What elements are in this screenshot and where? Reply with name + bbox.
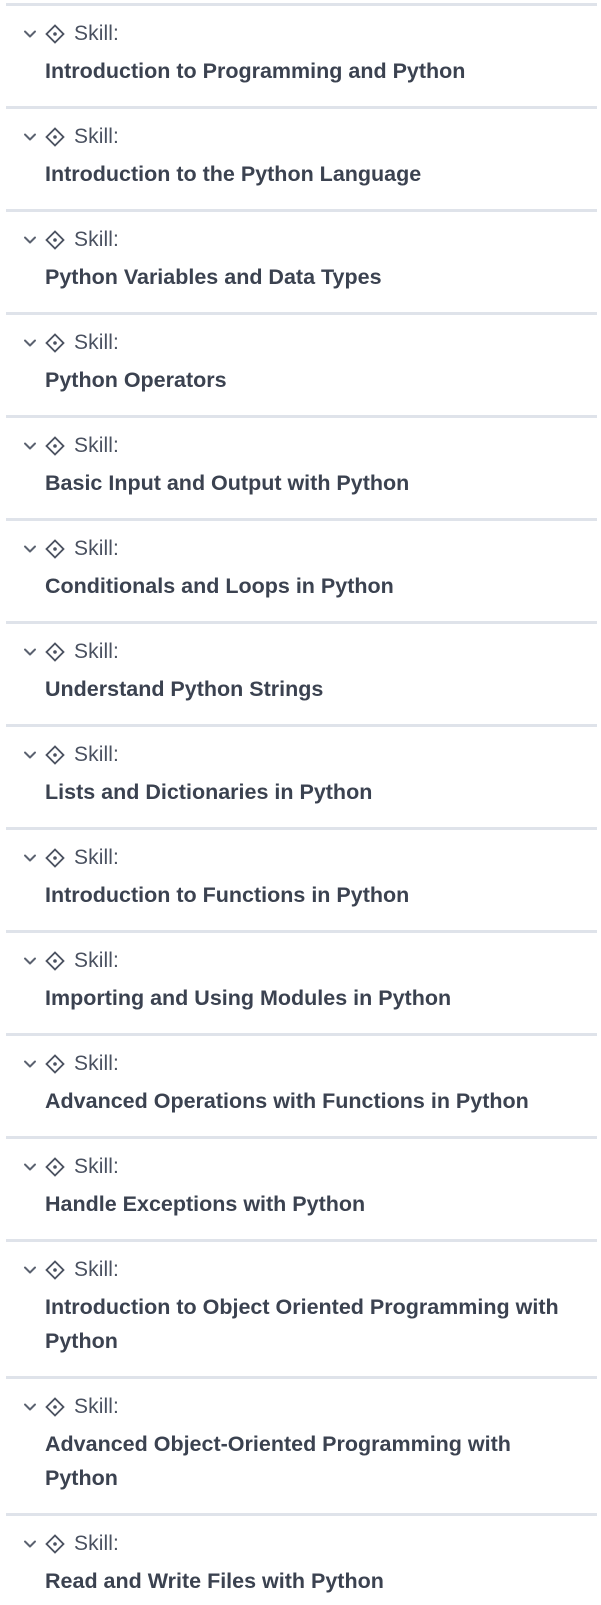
skill-item-header: Skill: (22, 846, 119, 870)
skill-label: Skill: (74, 22, 119, 45)
chevron-down-icon[interactable] (22, 1056, 38, 1072)
skill-item-header: Skill: (22, 331, 119, 355)
chevron-down-icon[interactable] (22, 335, 38, 351)
skill-title: Introduction to Object Oriented Programm… (45, 1295, 559, 1353)
chevron-down-icon[interactable] (22, 232, 38, 248)
skill-item-header: Skill: (22, 228, 119, 252)
skill-label: Skill: (74, 228, 119, 251)
skill-item[interactable]: Skill: Importing and Using Modules in Py… (6, 933, 597, 1036)
skill-diamond-icon (44, 847, 66, 869)
skill-diamond-icon (44, 1053, 66, 1075)
chevron-down-icon[interactable] (22, 1159, 38, 1175)
skill-item[interactable]: Skill: Python Operators (6, 315, 597, 418)
skill-item[interactable]: Skill: Advanced Object-Oriented Programm… (6, 1379, 597, 1516)
skill-label: Skill: (74, 1052, 119, 1075)
skill-diamond-icon (44, 1396, 66, 1418)
chevron-down-icon[interactable] (22, 1536, 38, 1552)
skill-title: Read and Write Files with Python (45, 1569, 384, 1593)
chevron-down-icon[interactable] (22, 747, 38, 763)
chevron-down-icon[interactable] (22, 953, 38, 969)
chevron-down-icon[interactable] (22, 850, 38, 866)
skill-item[interactable]: Skill: Lists and Dictionaries in Python (6, 727, 597, 830)
skill-label: Skill: (74, 537, 119, 560)
skill-title: Python Variables and Data Types (45, 265, 382, 289)
skill-item-header: Skill: (22, 1155, 119, 1179)
skill-diamond-icon (44, 23, 66, 45)
skill-title: Basic Input and Output with Python (45, 471, 410, 495)
skill-label: Skill: (74, 949, 119, 972)
skill-diamond-icon (44, 229, 66, 251)
skill-label: Skill: (74, 743, 119, 766)
chevron-down-icon[interactable] (22, 438, 38, 454)
skill-list: Skill: Introduction to Programming and P… (0, 0, 601, 1605)
skill-item[interactable]: Skill: Conditionals and Loops in Python (6, 521, 597, 624)
skill-label: Skill: (74, 434, 119, 457)
skill-title: Lists and Dictionaries in Python (45, 780, 373, 804)
chevron-down-icon[interactable] (22, 129, 38, 145)
skill-item-header: Skill: (22, 434, 119, 458)
skill-label: Skill: (74, 125, 119, 148)
chevron-down-icon[interactable] (22, 541, 38, 557)
skill-diamond-icon (44, 538, 66, 560)
skill-item[interactable]: Skill: Basic Input and Output with Pytho… (6, 418, 597, 521)
skill-title: Importing and Using Modules in Python (45, 986, 452, 1010)
skill-item[interactable]: Skill: Introduction to Functions in Pyth… (6, 830, 597, 933)
skill-item[interactable]: Skill: Python Variables and Data Types (6, 212, 597, 315)
skill-diamond-icon (44, 1533, 66, 1555)
skill-item-header: Skill: (22, 125, 119, 149)
skill-diamond-icon (44, 332, 66, 354)
skill-item-header: Skill: (22, 1395, 119, 1419)
skill-diamond-icon (44, 950, 66, 972)
skill-title: Handle Exceptions with Python (45, 1192, 366, 1216)
skill-diamond-icon (44, 435, 66, 457)
skill-item[interactable]: Skill: Handle Exceptions with Python (6, 1139, 597, 1242)
skill-title: Understand Python Strings (45, 677, 324, 701)
skill-diamond-icon (44, 1259, 66, 1281)
skill-title: Introduction to Programming and Python (45, 59, 466, 83)
skill-label: Skill: (74, 1258, 119, 1281)
skill-label: Skill: (74, 1155, 119, 1178)
skill-item-header: Skill: (22, 1258, 119, 1282)
skill-item-header: Skill: (22, 537, 119, 561)
skill-label: Skill: (74, 331, 119, 354)
skill-diamond-icon (44, 641, 66, 663)
skill-item-header: Skill: (22, 949, 119, 973)
skill-item-header: Skill: (22, 743, 119, 767)
chevron-down-icon[interactable] (22, 1262, 38, 1278)
skill-label: Skill: (74, 640, 119, 663)
skill-title: Introduction to the Python Language (45, 162, 422, 186)
skill-title: Conditionals and Loops in Python (45, 574, 394, 598)
skill-title: Advanced Object-Oriented Programming wit… (45, 1432, 511, 1490)
skill-item[interactable]: Skill: Understand Python Strings (6, 624, 597, 727)
skill-item-header: Skill: (22, 640, 119, 664)
skill-item[interactable]: Skill: Introduction to the Python Langua… (6, 109, 597, 212)
skill-label: Skill: (74, 1395, 119, 1418)
chevron-down-icon[interactable] (22, 1399, 38, 1415)
skill-item[interactable]: Skill: Introduction to Programming and P… (6, 6, 597, 109)
skill-item[interactable]: Skill: Advanced Operations with Function… (6, 1036, 597, 1139)
skill-label: Skill: (74, 846, 119, 869)
skill-item-header: Skill: (22, 1532, 119, 1556)
skill-item-header: Skill: (22, 22, 119, 46)
skill-label: Skill: (74, 1532, 119, 1555)
skill-diamond-icon (44, 744, 66, 766)
skill-item[interactable]: Skill: Introduction to Object Oriented P… (6, 1242, 597, 1379)
chevron-down-icon[interactable] (22, 644, 38, 660)
skill-diamond-icon (44, 1156, 66, 1178)
skill-title: Advanced Operations with Functions in Py… (45, 1089, 529, 1113)
skill-title: Python Operators (45, 368, 227, 392)
skill-title: Introduction to Functions in Python (45, 883, 410, 907)
skill-item[interactable]: Skill: Read and Write Files with Python (6, 1516, 597, 1605)
skill-diamond-icon (44, 126, 66, 148)
chevron-down-icon[interactable] (22, 26, 38, 42)
skill-item-header: Skill: (22, 1052, 119, 1076)
